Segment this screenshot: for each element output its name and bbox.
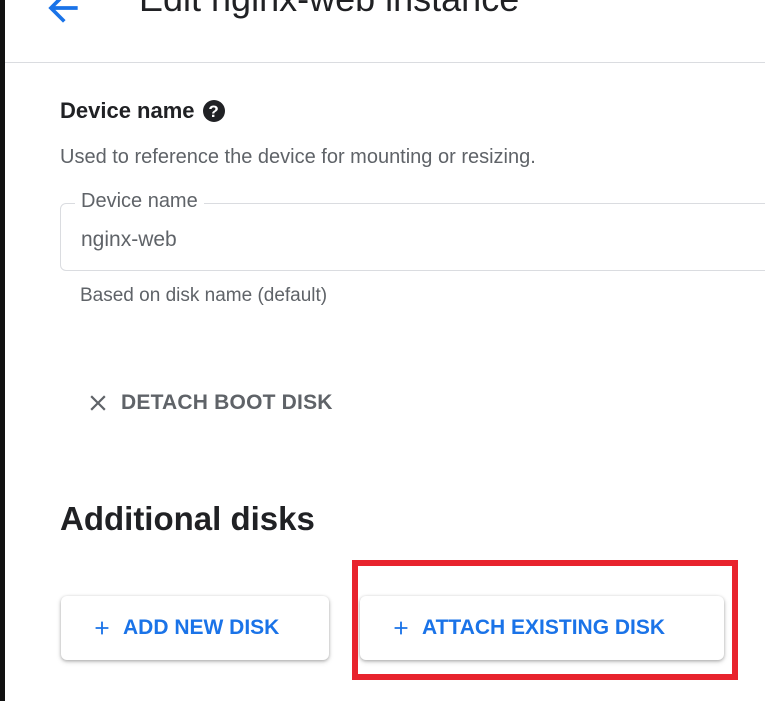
device-name-heading: Device name ? (60, 98, 225, 124)
page-title: Edit nginx-web instance (139, 0, 519, 20)
detach-boot-disk-button[interactable]: DETACH BOOT DISK (85, 390, 333, 416)
attach-existing-disk-button[interactable]: ATTACH EXISTING DISK (360, 596, 724, 660)
close-icon (90, 395, 106, 411)
arrow-back-icon[interactable] (41, 0, 85, 30)
device-name-field-label: Device name (75, 190, 204, 213)
page-header: Edit nginx-web instance (5, 0, 765, 63)
device-name-input[interactable] (81, 228, 681, 252)
help-icon[interactable]: ? (202, 100, 225, 122)
plus-icon (95, 621, 109, 635)
add-new-disk-label: ADD NEW DISK (123, 616, 280, 639)
plus-icon (394, 621, 408, 635)
device-name-description: Used to reference the device for mountin… (60, 146, 536, 168)
screenshot-frame: Edit nginx-web instance Device name ? Us… (0, 0, 765, 701)
detach-boot-disk-label: DETACH BOOT DISK (121, 391, 333, 414)
add-new-disk-button[interactable]: ADD NEW DISK (61, 596, 329, 660)
device-name-field[interactable]: Device name (60, 190, 765, 271)
additional-disks-heading: Additional disks (60, 500, 315, 537)
device-name-hint: Based on disk name (default) (80, 285, 328, 306)
attach-existing-disk-label: ATTACH EXISTING DISK (422, 616, 666, 639)
device-name-heading-label: Device name (60, 98, 195, 123)
